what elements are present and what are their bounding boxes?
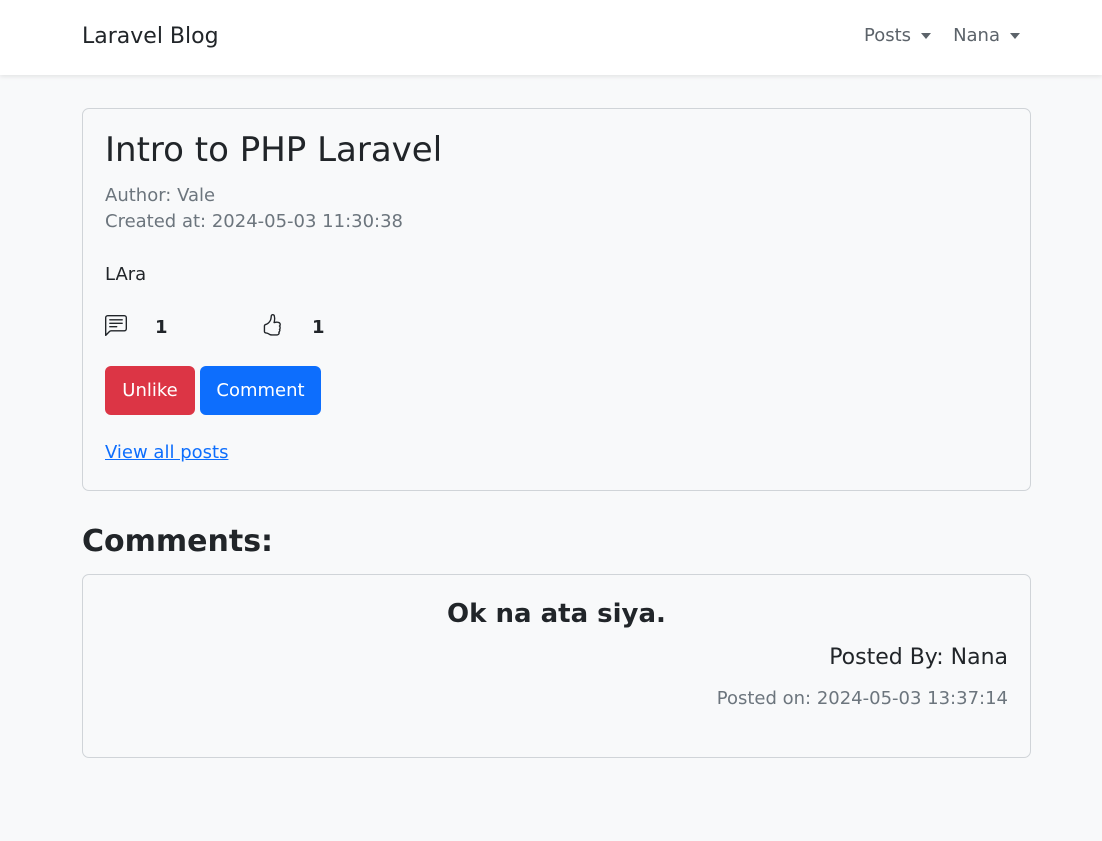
posts-dropdown[interactable]: Posts <box>864 25 932 46</box>
unlike-button[interactable]: Unlike <box>105 366 195 415</box>
comments-heading: Comments: <box>82 524 274 559</box>
chat-left-text-icon <box>105 315 127 341</box>
navbar: Laravel Blog Posts Nana <box>0 0 1102 75</box>
hand-thumbs-up-icon <box>261 313 283 341</box>
like-count: 1 <box>312 317 325 338</box>
posts-dropdown-label: Posts <box>864 25 912 46</box>
caret-down-icon <box>1010 32 1020 39</box>
comment-count: 1 <box>155 317 168 338</box>
comment-button[interactable]: Comment <box>200 366 321 415</box>
post-body: LAra <box>105 264 147 285</box>
view-all-posts-link[interactable]: View all posts <box>105 442 228 463</box>
post-created-at: Created at: 2024-05-03 11:30:38 <box>105 211 404 232</box>
comment-text: Ok na ata siya. <box>447 599 666 629</box>
caret-down-icon <box>921 32 932 39</box>
post-stats: 1 1 <box>105 313 405 341</box>
comment-posted-on: Posted on: 2024-05-03 13:37:14 <box>716 688 1008 709</box>
user-dropdown[interactable]: Nana <box>953 25 1020 46</box>
post-title: Intro to PHP Laravel <box>105 130 443 170</box>
navbar-brand[interactable]: Laravel Blog <box>82 24 219 49</box>
post-author: Author: Vale <box>105 185 216 206</box>
comment-posted-by: Posted By: Nana <box>829 645 1008 670</box>
nav-menu: Posts Nana <box>864 25 1020 46</box>
comment-card: Ok na ata siya. Posted By: Nana Posted o… <box>82 574 1031 758</box>
user-dropdown-label: Nana <box>953 25 1000 46</box>
post-card: Intro to PHP Laravel Author: Vale Create… <box>82 108 1031 491</box>
